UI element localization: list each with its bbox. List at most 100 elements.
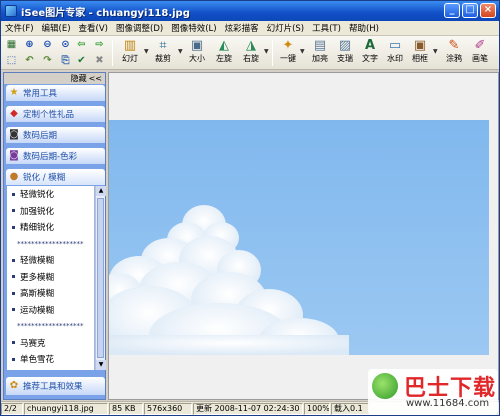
- list-item[interactable]: 轻微模糊: [7, 252, 94, 269]
- window-controls: _ □ ×: [444, 3, 496, 18]
- crop-button[interactable]: ⌗ 裁剪: [151, 38, 175, 68]
- section-digital-post-color[interactable]: ◙ 数码后期-色彩: [6, 148, 105, 164]
- select-icon[interactable]: ⬚: [5, 54, 18, 67]
- list-item[interactable]: 轻微锐化: [7, 186, 94, 203]
- menu-color-draw[interactable]: 炫彩描客: [221, 22, 263, 34]
- window-title: iSee图片专家 - chuangyi118.jpg: [21, 7, 190, 19]
- collapse-icon[interactable]: <<: [89, 74, 102, 83]
- list-scrollbar[interactable]: ▲ ▼: [95, 186, 106, 370]
- section-common-tools[interactable]: ★ 常用工具: [6, 85, 105, 101]
- open-folder-icon[interactable]: ▦: [5, 38, 18, 51]
- menu-slideshow[interactable]: 幻灯片(S): [263, 22, 309, 34]
- list-item[interactable]: 马赛克: [7, 335, 94, 352]
- camera-icon: ◙: [9, 129, 19, 140]
- resize-button[interactable]: ▣ 大小: [185, 38, 209, 68]
- resize-icon: ▣: [190, 38, 204, 53]
- rotate-dropdown-arrow[interactable]: ▼: [264, 48, 270, 55]
- watermark-url: www.11684.com: [406, 398, 490, 409]
- palette-camera-icon: ◙: [9, 150, 19, 161]
- rotate-left-button[interactable]: ◭ 左旋: [212, 38, 236, 68]
- back-arrow-icon[interactable]: ⇦: [75, 38, 88, 51]
- watermark-icon: ▭: [388, 38, 402, 53]
- image-canvas[interactable]: [108, 72, 499, 400]
- minimize-button[interactable]: _: [444, 3, 460, 18]
- section-digital-post[interactable]: ◙ 数码后期: [6, 127, 105, 143]
- doodle-icon: ✎: [448, 38, 460, 53]
- list-separator: *******************: [17, 322, 84, 331]
- slideshow-dropdown-arrow[interactable]: ▼: [144, 48, 150, 55]
- toolbar: ▦ ⊕ ⊖ ⊙ ⇦ ⇨ ⬚ ↶ ↷ ⎘ ✔ ✖ ▥ 幻灯 ▼ ⌗ 裁剪 ▼ ▣ …: [1, 36, 499, 70]
- doodle-button[interactable]: ✎ 涂鸦: [442, 38, 466, 68]
- close-button[interactable]: ×: [480, 3, 496, 18]
- status-load-time: 载入0.1: [331, 402, 371, 415]
- recommend-icon: ✿: [9, 380, 19, 391]
- star-icon: ★: [9, 87, 19, 98]
- list-item[interactable]: 更多模糊: [7, 269, 94, 286]
- menu-bar: 文件(F) 编辑(E) 查看(V) 图像调整(D) 图像特效(L) 炫彩描客 幻…: [1, 21, 499, 36]
- frame-icon: ▣: [413, 38, 427, 53]
- scroll-down-icon[interactable]: ▼: [96, 360, 106, 370]
- scroll-thumb[interactable]: [97, 198, 104, 358]
- scroll-up-icon[interactable]: ▲: [96, 186, 106, 196]
- menu-edit[interactable]: 编辑(E): [38, 22, 75, 34]
- main-window: iSee图片专家 - chuangyi118.jpg _ □ × 文件(F) 编…: [0, 0, 500, 416]
- section-sharpen-blur[interactable]: ● 锐化 / 模糊: [6, 169, 105, 185]
- sky-cloud-photo: [109, 120, 489, 355]
- list-separator: *******************: [17, 239, 84, 248]
- zoom-in-icon[interactable]: ⊕: [23, 38, 36, 51]
- rotate-right-icon: ◮: [246, 38, 256, 53]
- section-custom-gifts[interactable]: ◆ 定制个性礼品: [6, 106, 105, 122]
- list-item[interactable]: 高斯模糊: [7, 285, 94, 302]
- list-item[interactable]: 精细锐化: [7, 219, 94, 236]
- one-click-icon: ✦: [282, 38, 294, 53]
- copy-icon[interactable]: ⎘: [59, 54, 72, 67]
- sharpen-icon: ▨: [338, 38, 352, 53]
- title-bar[interactable]: iSee图片专家 - chuangyi118.jpg _ □ ×: [1, 1, 499, 21]
- menu-image-effects[interactable]: 图像特效(L): [167, 22, 220, 34]
- crop-dropdown-arrow[interactable]: ▼: [178, 48, 184, 55]
- toolbar-separator: [112, 40, 113, 66]
- check-icon[interactable]: ✔: [75, 54, 88, 67]
- effects-list: 轻微锐化 加强锐化 精细锐化 ******************* 轻微模糊 …: [7, 186, 95, 370]
- frame-dropdown-arrow[interactable]: ▼: [433, 48, 439, 55]
- slideshow-button[interactable]: ▥ 幻灯: [118, 38, 142, 68]
- one-click-dropdown-arrow[interactable]: ▼: [300, 48, 306, 55]
- redo-icon[interactable]: ↷: [41, 54, 54, 67]
- undo-icon[interactable]: ↶: [23, 54, 36, 67]
- status-filename: chuangyi118.jpg: [24, 402, 108, 415]
- menu-tools[interactable]: 工具(T): [308, 22, 345, 34]
- hide-sidebar-label[interactable]: 隐藏: [71, 73, 87, 84]
- zoom-menu-icon[interactable]: ⊙: [59, 38, 72, 51]
- cross-icon[interactable]: ✖: [93, 54, 106, 67]
- list-item[interactable]: 运动模糊: [7, 302, 94, 319]
- section-recommended[interactable]: ✿ 推荐工具和效果: [6, 377, 105, 395]
- one-click-button[interactable]: ✦ 一键: [276, 38, 300, 68]
- slideshow-icon: ▥: [123, 38, 137, 53]
- watermark-logo-icon: [370, 371, 400, 401]
- list-item[interactable]: 加强锐化: [7, 203, 94, 220]
- sidebar-header: 隐藏 <<: [4, 73, 105, 84]
- maximize-button[interactable]: □: [462, 3, 478, 18]
- sharpen-button[interactable]: ▨ 支瑞: [333, 38, 357, 68]
- forward-arrow-icon[interactable]: ⇨: [93, 38, 106, 51]
- menu-image-adjust[interactable]: 图像调整(D): [112, 22, 167, 34]
- gift-icon: ◆: [10, 108, 18, 119]
- menu-file[interactable]: 文件(F): [1, 22, 38, 34]
- photo-image: [109, 120, 489, 355]
- list-item[interactable]: 单色雪花: [7, 351, 94, 368]
- sidebar: 隐藏 << ★ 常用工具 ◆ 定制个性礼品 ◙ 数码后期 ◙ 数码后期-色彩 ●…: [3, 72, 106, 400]
- menu-help[interactable]: 帮助(H): [345, 22, 383, 34]
- status-dimensions: 576x360: [144, 402, 192, 415]
- brighten-button[interactable]: ▤ 加亮: [308, 38, 332, 68]
- watermark-button[interactable]: ▭ 水印: [383, 38, 407, 68]
- zoom-out-icon[interactable]: ⊖: [41, 38, 54, 51]
- brush-button[interactable]: ✐ 画笔: [468, 38, 492, 68]
- frame-button[interactable]: ▣ 相框: [408, 38, 432, 68]
- menu-view[interactable]: 查看(V): [75, 22, 112, 34]
- toolbar-separator: [272, 40, 273, 66]
- text-button[interactable]: A 文字: [358, 38, 382, 68]
- brighten-icon: ▤: [313, 38, 327, 53]
- text-icon: A: [364, 38, 376, 53]
- rotate-right-button[interactable]: ◮ 右旋: [239, 38, 263, 68]
- crop-icon: ⌗: [159, 38, 167, 53]
